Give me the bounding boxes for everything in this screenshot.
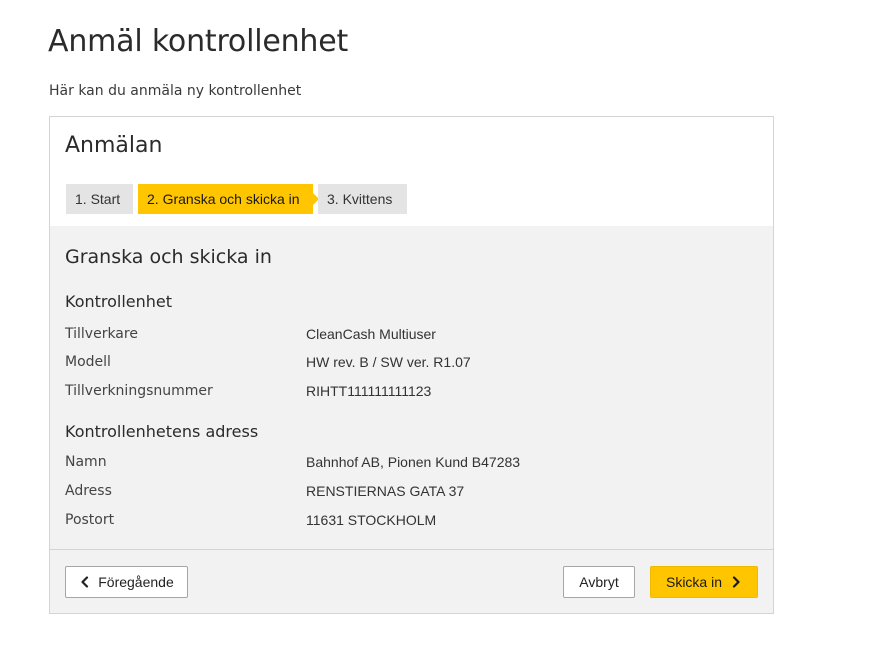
unit-row-manufacturer: Tillverkare CleanCash Multiuser — [65, 326, 755, 346]
step-receipt: 3. Kvittens — [318, 184, 407, 214]
row-value: 11631 STOCKHOLM — [306, 512, 437, 528]
row-value: RENSTIERNAS GATA 37 — [306, 483, 465, 499]
chevron-right-icon — [730, 576, 742, 588]
row-label: Tillverkningsnummer — [65, 383, 213, 399]
cancel-button-label: Avbryt — [579, 574, 619, 590]
row-label: Tillverkare — [65, 326, 138, 342]
registration-card: Anmälan 1. Start 2. Granska och skicka i… — [49, 116, 774, 614]
row-label: Namn — [65, 454, 107, 470]
page: Anmäl kontrollenhet Här kan du anmäla ny… — [0, 0, 877, 653]
submit-button[interactable]: Skicka in — [650, 566, 758, 598]
card-title: Anmälan — [65, 133, 163, 158]
address-row-postal: Postort 11631 STOCKHOLM — [65, 512, 755, 532]
previous-button[interactable]: Föregående — [65, 566, 188, 598]
form-footer: Föregående Avbryt Skicka in — [50, 550, 773, 613]
row-label: Modell — [65, 354, 111, 370]
address-row-street: Adress RENSTIERNAS GATA 37 — [65, 483, 755, 503]
address-row-name: Namn Bahnhof AB, Pionen Kund B47283 — [65, 454, 755, 474]
unit-heading: Kontrollenhet — [65, 292, 173, 311]
unit-row-model: Modell HW rev. B / SW ver. R1.07 — [65, 354, 755, 374]
row-value: HW rev. B / SW ver. R1.07 — [306, 354, 471, 370]
cancel-button[interactable]: Avbryt — [563, 566, 635, 598]
row-value: CleanCash Multiuser — [306, 326, 436, 342]
address-heading: Kontrollenhetens adress — [65, 422, 259, 441]
step-indicator: 1. Start 2. Granska och skicka in 3. Kvi… — [66, 184, 407, 214]
review-section: Granska och skicka in Kontrollenhet Till… — [50, 226, 773, 549]
page-intro: Här kan du anmäla ny kontrollenhet — [49, 83, 302, 99]
chevron-left-icon — [79, 576, 91, 588]
row-value: RIHTT111111111123 — [306, 383, 432, 399]
submit-button-label: Skicka in — [665, 574, 723, 590]
previous-button-label: Föregående — [98, 574, 174, 590]
row-label: Postort — [65, 512, 115, 528]
page-title: Anmäl kontrollenhet — [48, 24, 349, 59]
step-review-active: 2. Granska och skicka in — [138, 184, 319, 214]
section-title: Granska och skicka in — [65, 246, 272, 268]
row-label: Adress — [65, 483, 112, 499]
row-value: Bahnhof AB, Pionen Kund B47283 — [306, 454, 521, 470]
step-start: 1. Start — [66, 184, 133, 214]
unit-row-serial: Tillverkningsnummer RIHTT111111111123 — [65, 383, 755, 403]
